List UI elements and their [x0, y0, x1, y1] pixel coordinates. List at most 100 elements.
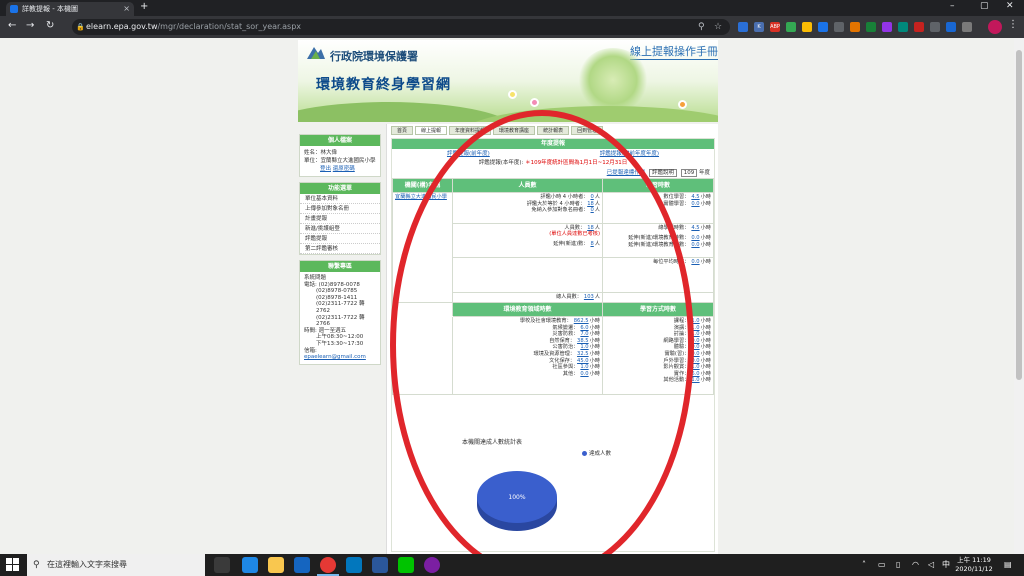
clock-time: 上午 11:19	[957, 556, 991, 564]
back-button[interactable]: ←	[8, 20, 16, 31]
notification-icon[interactable]: ▤	[1004, 554, 1012, 576]
change-password-link[interactable]: 還原密碼	[333, 166, 355, 172]
reload-button[interactable]: ↻	[46, 20, 54, 31]
manual-link[interactable]: 線上提報操作手冊	[630, 43, 718, 60]
ime-language[interactable]: 中	[942, 554, 950, 576]
previous-year-report-link[interactable]: 評鑑提報(前年度)	[447, 149, 490, 159]
extension-icon[interactable]: K	[754, 22, 764, 32]
tab-statistics[interactable]: 統計報表	[537, 126, 570, 135]
report-content: 年度提報 評鑑提報(前年度) 評鑑提報(當前年度年度) 評鑑提報(本年度): ＊…	[391, 138, 715, 552]
browser-tab-title: 詳教提報 - 本機圖	[22, 5, 78, 13]
adblock-icon[interactable]: ABP	[770, 22, 780, 32]
tab-online-report[interactable]: 線上提報	[415, 126, 448, 135]
tab-back-admin[interactable]: 回到管理	[571, 126, 604, 135]
bookmark-star-icon[interactable]: ☆	[714, 19, 722, 35]
extension-icon[interactable]	[898, 22, 908, 32]
word-icon[interactable]	[372, 557, 388, 573]
app-icon[interactable]	[424, 557, 440, 573]
tab-home[interactable]: 首頁	[391, 126, 414, 135]
search-icon[interactable]: ⚲	[698, 19, 705, 35]
people-value-link[interactable]: 0	[590, 207, 593, 214]
people-value-link[interactable]: 0	[590, 194, 593, 201]
epa-logo-icon	[307, 47, 325, 59]
target-status-link[interactable]: 已提報達標作業	[607, 170, 646, 176]
forward-button[interactable]: →	[26, 20, 34, 31]
current-year-report-link[interactable]: 評鑑提報(當前年度年度)	[600, 149, 659, 159]
logout-link[interactable]: 登出	[320, 166, 331, 172]
unit-name-link[interactable]: 宜蘭縣立大進國民小學	[395, 194, 447, 200]
section-title: 年度提報	[392, 139, 714, 149]
chrome-icon[interactable]	[320, 557, 336, 573]
extension-icon[interactable]	[866, 22, 876, 32]
new-tab-button[interactable]: +	[140, 1, 148, 12]
menu-item[interactable]: 第二評鑑審核	[300, 244, 380, 254]
domain-hours-cell: 學校及社會環境教育： 862.5 小時 氣候變遷： 6.0 小時 災害防救： 7.0 小時 自然保…	[452, 316, 603, 395]
more-menu-icon[interactable]: ⋮	[1008, 19, 1018, 30]
contact-panel-title: 聯繫專區	[300, 261, 380, 272]
extension-icon[interactable]	[834, 22, 844, 32]
scrollbar-thumb[interactable]	[1016, 50, 1022, 380]
function-menu-panel: 功能選單 單位基本資料 上傳參加對象名冊 計畫提報 新進/挑護組登 評鑑提報 第…	[299, 182, 381, 255]
extension-icon[interactable]	[914, 22, 924, 32]
extension-icon[interactable]	[786, 22, 796, 32]
hours-average-row: 每位平均時數： 0.0 小時	[653, 259, 711, 266]
year-select[interactable]: 109	[680, 169, 698, 177]
start-button[interactable]	[6, 558, 20, 572]
domain-hours-row: 社區參與： 1.0 小時	[552, 364, 600, 371]
name-label: 姓名：	[304, 150, 321, 156]
report-type-select[interactable]: 評鑑說明	[648, 169, 677, 177]
url-path: /mgr/declaration/stat_sor_year.aspx	[157, 22, 302, 31]
network-icon[interactable]: ▭	[878, 554, 886, 576]
menu-item[interactable]: 計畫提報	[300, 214, 380, 224]
extension-icon[interactable]	[818, 22, 828, 32]
minimize-button[interactable]: –	[950, 1, 955, 11]
edge-legacy-icon[interactable]	[294, 557, 310, 573]
people-row: 免納入參加對象名冊者： 0 人	[531, 207, 600, 214]
contact-line: 系統問題	[304, 275, 327, 281]
volume-icon[interactable]: ◁	[928, 554, 934, 576]
contact-line: 電話: (02)8978-0078	[304, 281, 360, 288]
profile-avatar[interactable]	[988, 20, 1002, 34]
menu-item[interactable]: 單位基本資料	[300, 194, 380, 204]
wifi-icon[interactable]: ◠	[912, 554, 919, 576]
line-icon[interactable]	[398, 557, 414, 573]
extension-icon[interactable]	[930, 22, 940, 32]
file-explorer-icon[interactable]	[268, 557, 284, 573]
maximize-button[interactable]: ▢	[980, 1, 989, 11]
close-window-button[interactable]: ✕	[1006, 1, 1014, 11]
ie-icon[interactable]	[346, 557, 362, 573]
battery-icon[interactable]: ▯	[896, 554, 900, 576]
extension-icon[interactable]	[946, 22, 956, 32]
method-hours-cell: 課程： 1.0 小時 演講： 1.0 小時 討論： 1.0 小時 網路學習： 0.0 小時 體驗： 0.0…	[602, 316, 714, 395]
edge-icon[interactable]	[242, 557, 258, 573]
menu-item[interactable]: 評鑑提報	[300, 234, 380, 244]
tray-chevron-icon[interactable]: ˄	[862, 554, 866, 576]
extension-icon[interactable]	[850, 22, 860, 32]
windows-taskbar: ⚲ 在這裡輸入文字來搜尋 ˄ ▭ ▯ ◠ ◁ 中 上午 11:19 2020/1…	[0, 554, 1024, 576]
leave-count-row: 延伸(新進)數： 8 人	[553, 240, 600, 247]
browser-tab[interactable]: 詳教提報 - 本機圖 ×	[6, 2, 134, 16]
tab-lectures[interactable]: 環境教育講座	[493, 126, 536, 135]
tab-annual-report[interactable]: 年度資料提報	[449, 126, 492, 135]
email-label: 信箱:	[304, 347, 317, 354]
page-scrollbar[interactable]	[1014, 38, 1024, 554]
extension-icon[interactable]	[738, 22, 748, 32]
page-viewport: 行政院環境保護署 環境教育終身學習網 線上提報操作手冊 個人檔案 姓名：林大偉 …	[0, 38, 1014, 554]
menu-item[interactable]: 新進/挑護組登	[300, 224, 380, 234]
hours-extra-row: 延伸(新進)環境教育時數： 0.0 小時	[628, 241, 711, 248]
extension-icon[interactable]	[802, 22, 812, 32]
pie-chart: 100%	[477, 471, 557, 531]
taskbar-clock[interactable]: 上午 11:19 2020/11/12	[952, 556, 996, 574]
contact-panel: 聯繫專區 系統問題 電話: (02)8978-0078 (02)8978-078…	[299, 260, 381, 365]
people-value-link[interactable]: 18	[587, 201, 594, 208]
address-bar[interactable]: 🔒 elearn.epa.gov.tw/mgr/declaration/stat…	[72, 19, 730, 35]
email-link[interactable]: epaelearn@gmail.com	[304, 354, 366, 360]
close-tab-icon[interactable]: ×	[123, 2, 130, 16]
extension-icon[interactable]	[962, 22, 972, 32]
menu-item[interactable]: 上傳參加對象名冊	[300, 204, 380, 214]
taskbar-search[interactable]: ⚲ 在這裡輸入文字來搜尋	[27, 554, 205, 576]
task-view-icon[interactable]	[214, 557, 230, 573]
extension-icon[interactable]	[882, 22, 892, 32]
domain-hours-row: 其他： 0.0 小時	[562, 370, 600, 377]
domain-hours-row: 環境及資源管理： 32.5 小時	[533, 350, 600, 357]
